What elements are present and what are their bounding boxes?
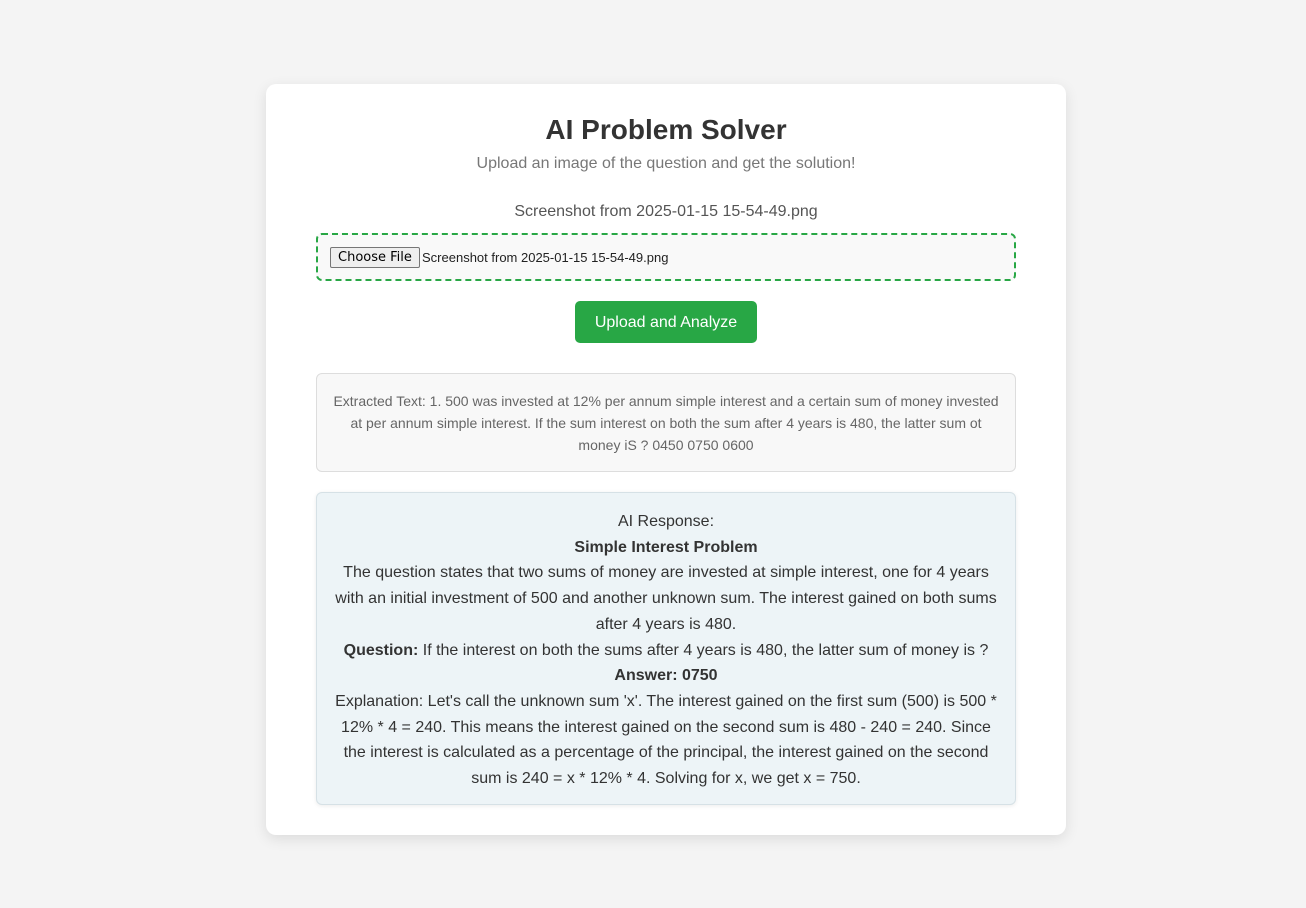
response-label: AI Response:: [617, 513, 715, 530]
selected-file-label: Screenshot from 2025-01-15 15-54-49.png: [514, 203, 818, 220]
page-subtitle: Upload an image of the question and get …: [476, 155, 856, 172]
response-explanation: Explanation: Let's call the unknown sum …: [335, 692, 997, 788]
extracted-text-panel: Extracted Text: 1. 500 was invested at 1…: [316, 373, 1016, 472]
choose-file-button[interactable]: Choose File: [330, 247, 420, 268]
chosen-file-name: Screenshot from 2025-01-15 15-54-49.png: [422, 250, 669, 265]
response-summary: The question states that two sums of mon…: [335, 564, 997, 633]
extracted-text: Extracted Text: 1. 500 was invested at 1…: [333, 393, 999, 453]
response-answer: Answer: 0750: [614, 667, 718, 685]
response-question: Question: If the interest on both the su…: [333, 638, 999, 664]
question-label: Question:: [343, 641, 419, 659]
ai-response-panel: AI Response: Simple Interest Problem The…: [316, 492, 1016, 805]
response-heading: Simple Interest Problem: [574, 538, 758, 556]
file-drop-zone[interactable]: Choose File Screenshot from 2025-01-15 1…: [316, 233, 1016, 281]
solver-card: AI Problem Solver Upload an image of the…: [266, 84, 1066, 835]
page-title: AI Problem Solver: [545, 114, 787, 145]
question-text: If the interest on both the sums after 4…: [418, 641, 989, 659]
upload-and-analyze-button[interactable]: Upload and Analyze: [575, 301, 757, 343]
